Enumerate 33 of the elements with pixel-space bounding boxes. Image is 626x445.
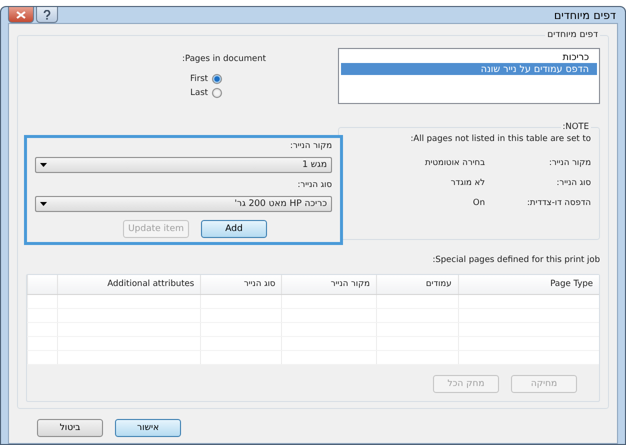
- column-header[interactable]: Page Type: [458, 275, 599, 294]
- column-header[interactable]: עמודים: [376, 275, 458, 294]
- setting-label: הדפסה דו-צדדית:: [526, 198, 591, 208]
- note-text: All pages not listed in this table are set to:: [410, 134, 591, 144]
- setting-value: לא מוגדר: [450, 178, 485, 188]
- help-button[interactable]: [36, 7, 58, 23]
- radio-option[interactable]: Last: [190, 88, 222, 98]
- dropdown-arrow-icon: [40, 163, 47, 168]
- special-pages-label: Special pages defined for this print job:: [432, 255, 600, 265]
- window-title: דפים מיוחדים: [554, 8, 616, 22]
- column-header[interactable]: Additional attributes: [58, 275, 201, 294]
- setting-value: On: [472, 198, 485, 208]
- dialog-button[interactable]: ביטול: [37, 418, 103, 436]
- dialog-button[interactable]: אישור: [115, 418, 181, 436]
- setting-value: בחירה אוטומטית: [424, 158, 485, 168]
- dropdown[interactable]: כריכה HP מאט 200 גר': [35, 196, 332, 212]
- close-button[interactable]: [8, 7, 34, 23]
- field-label: סוג הנייר:: [296, 180, 332, 190]
- note-title: NOTE:: [562, 122, 590, 132]
- setting-label: מקור הנייר:: [548, 158, 591, 168]
- list-item[interactable]: כריכות: [341, 51, 597, 63]
- pages-label: Pages in document:: [182, 54, 266, 64]
- close-icon: [16, 10, 26, 18]
- group-title: דפים מיוחדים: [546, 30, 599, 40]
- column-header[interactable]: סוג הנייר: [200, 275, 282, 294]
- radio-option[interactable]: First: [190, 74, 222, 84]
- help-icon: [43, 10, 51, 20]
- dropdown[interactable]: מגש 1: [35, 157, 332, 174]
- panel-button[interactable]: Add: [201, 220, 267, 238]
- column-header[interactable]: מקור הנייר: [282, 275, 376, 294]
- field-label: מקור הנייר:: [288, 141, 332, 151]
- dropdown-arrow-icon: [40, 202, 47, 206]
- setting-label: סוג הנייר:: [556, 178, 591, 188]
